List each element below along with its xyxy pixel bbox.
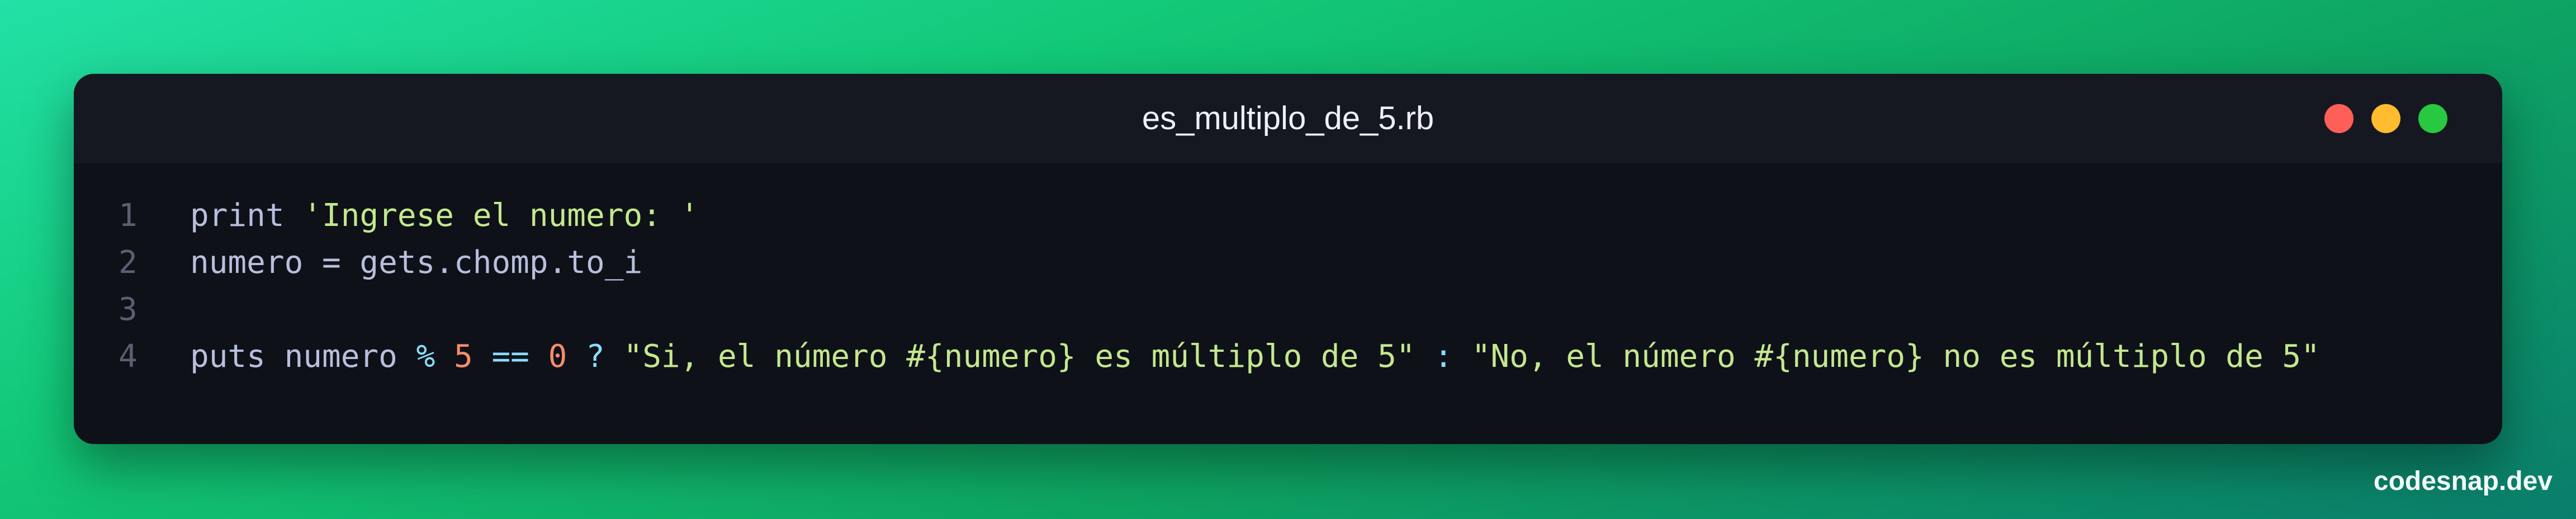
code-line: 2 numero = gets.chomp.to_i — [74, 239, 2502, 286]
line-number: 3 — [119, 291, 138, 328]
minimize-button[interactable] — [2371, 104, 2400, 133]
code-editor: 1 print 'Ingrese el numero: ' 2 numero = ge… — [74, 192, 2502, 380]
code-token: "No, el número #{numero} no es múltiplo … — [1471, 338, 2320, 375]
title-bar: es_multiplo_de_5.rb — [74, 74, 2502, 163]
code-line: 3 — [74, 286, 2502, 333]
code-token: numero = gets.chomp.to_i — [190, 244, 643, 281]
code-token: 0 — [548, 338, 567, 375]
code-line: 4 puts numero % 5 == 0 ? "Si, el número #… — [74, 333, 2502, 380]
code-token: 5 — [454, 338, 473, 375]
window-controls — [2307, 104, 2447, 133]
code-token: % — [416, 338, 435, 375]
code-token: ? — [586, 338, 605, 375]
code-token: 'Ingrese el numero: ' — [303, 197, 699, 234]
code-line: 1 print 'Ingrese el numero: ' — [74, 192, 2502, 239]
file-title: es_multiplo_de_5.rb — [1142, 100, 1434, 136]
code-token: "Si, el número #{numero} es múltiplo de … — [623, 338, 1415, 375]
code-token: == — [491, 338, 529, 375]
code-token: puts numero — [190, 338, 416, 375]
maximize-button[interactable] — [2418, 104, 2447, 133]
line-number: 4 — [119, 338, 138, 375]
close-button[interactable] — [2324, 104, 2354, 133]
code-token: print — [190, 197, 304, 234]
line-number: 2 — [119, 244, 138, 281]
code-text: puts numero % 5 == 0 ? "Si, el número #{… — [190, 333, 2320, 380]
watermark-label: codesnap.dev — [2373, 466, 2553, 496]
code-text: numero = gets.chomp.to_i — [190, 239, 642, 286]
code-window: es_multiplo_de_5.rb 1 print 'Ingrese el n… — [74, 74, 2502, 444]
code-text: print 'Ingrese el numero: ' — [190, 192, 699, 239]
line-number: 1 — [119, 197, 138, 234]
code-token: : — [1434, 338, 1453, 375]
